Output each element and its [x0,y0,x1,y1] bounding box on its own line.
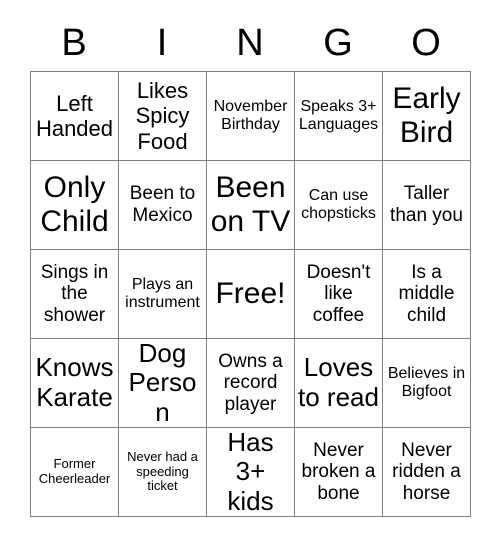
bingo-cell[interactable]: Can use chopsticks [295,161,383,250]
bingo-cell-label: Left Handed [35,90,114,141]
bingo-cell-label: Has 3+ kids [227,428,274,516]
bingo-cell-label: Owns a record player [218,350,283,415]
bingo-cell[interactable]: Believes in Bigfoot [383,339,471,428]
bingo-cell-label: Speaks 3+ Languages [298,97,379,133]
bingo-cell-label: Early Bird [392,81,461,149]
bingo-cell-label: Been to Mexico [129,183,196,226]
bingo-cell-label: Knows Karate [35,352,114,412]
bingo-cell[interactable]: Been to Mexico [119,161,207,250]
bingo-cell[interactable]: Is a middle child [383,250,471,339]
bingo-cell-label: Sings in the shower [40,261,109,326]
bingo-cell[interactable]: Left Handed [31,72,119,161]
bingo-cell[interactable]: November Birthday [207,72,295,161]
bingo-cell[interactable]: Taller than you [383,161,471,250]
bingo-cell-label: Never ridden a horse [392,439,461,504]
bingo-header-letter-o: O [411,22,441,64]
bingo-cell-label: Dog Person [128,339,197,427]
bingo-cell-label: Doesn't like coffee [306,261,371,326]
bingo-cell[interactable]: Never broken a bone [295,428,383,517]
bingo-cell[interactable]: Loves to read [295,339,383,428]
bingo-cell-label: Likes Spicy Food [135,78,190,154]
bingo-cell-label: Believes in Bigfoot [387,364,466,400]
bingo-cell-label: Former Cheerleader [38,456,111,486]
bingo-header-letter-n: N [236,22,264,64]
bingo-cell[interactable]: Has 3+ kids [207,428,295,517]
bingo-cell-free[interactable]: Free! [207,250,295,339]
bingo-cell[interactable]: Never ridden a horse [383,428,471,517]
bingo-cell[interactable]: Plays an instrument [119,250,207,339]
bingo-cell-label: Only Child [40,170,109,238]
bingo-cell[interactable]: Only Child [31,161,119,250]
bingo-cell-label: Been on TV [210,170,291,238]
bingo-cell-label: Taller than you [390,183,463,226]
bingo-cell[interactable]: Knows Karate [31,339,119,428]
bingo-cell[interactable]: Never had a speeding ticket [119,428,207,517]
bingo-cell-label: Never broken a bone [301,439,376,504]
bingo-header-letter-g: G [323,22,353,64]
bingo-cell[interactable]: Former Cheerleader [31,428,119,517]
bingo-cell[interactable]: Doesn't like coffee [295,250,383,339]
bingo-header-row: B I N G O [30,18,470,68]
bingo-cell[interactable]: Likes Spicy Food [119,72,207,161]
bingo-header-letter-i: I [156,22,168,64]
bingo-cell-label: November Birthday [213,97,288,133]
bingo-grid: Left Handed Likes Spicy Food November Bi… [30,71,471,517]
bingo-card: B I N G O Left Handed Likes Spicy Food N… [0,0,500,544]
bingo-cell-label: Never had a speeding ticket [127,448,198,494]
bingo-cell[interactable]: Dog Person [119,339,207,428]
bingo-cell[interactable]: Owns a record player [207,339,295,428]
bingo-cell[interactable]: Been on TV [207,161,295,250]
bingo-cell-label: Is a middle child [398,261,455,326]
bingo-cell-label: Can use chopsticks [301,186,376,222]
bingo-cell-label: Plays an instrument [125,275,200,311]
bingo-cell-label: Loves to read [298,352,379,412]
bingo-cell[interactable]: Early Bird [383,72,471,161]
bingo-cell[interactable]: Speaks 3+ Languages [295,72,383,161]
bingo-cell-label: Free! [215,276,286,310]
bingo-cell[interactable]: Sings in the shower [31,250,119,339]
bingo-header-letter-b: B [61,22,87,64]
